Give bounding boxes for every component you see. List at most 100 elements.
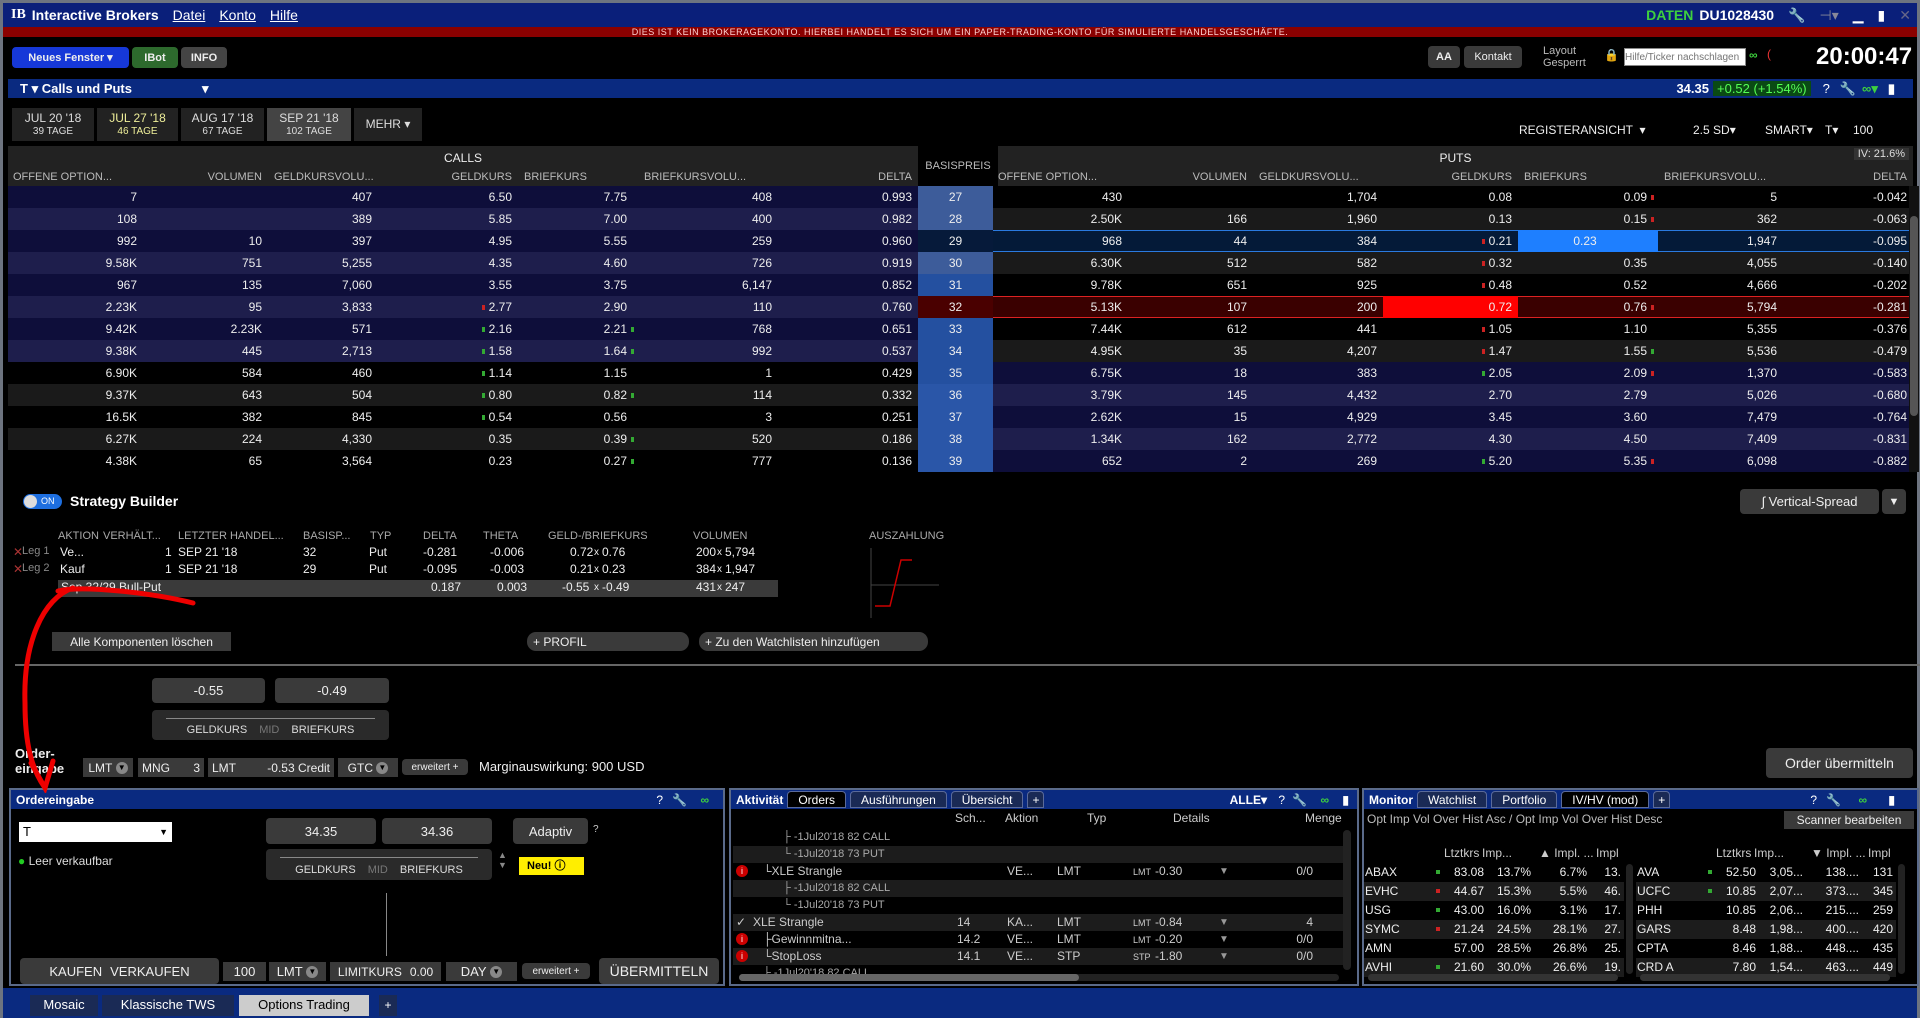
submit-button[interactable]: ÜBERMITTELN <box>599 958 719 984</box>
tab-classic-tws[interactable]: Klassische TWS <box>102 995 234 1016</box>
tif-select[interactable]: GTC ▼ <box>338 758 398 777</box>
help-icon[interactable]: ? <box>1278 793 1285 807</box>
put-ask[interactable]: 0.52 <box>1518 274 1658 296</box>
put-header-open-interest[interactable]: OFFENE OPTION... <box>998 171 1097 183</box>
profile-button[interactable]: + PROFIL <box>527 632 689 651</box>
strike[interactable]: 39 <box>918 450 993 472</box>
activity-header-4[interactable]: Menge <box>1305 811 1342 825</box>
strategy-header-1[interactable]: VERHÄLT... <box>103 530 161 542</box>
call-bid[interactable]: 0.35 <box>378 428 518 450</box>
call-ask[interactable]: 2.90 <box>518 296 638 318</box>
ibot-button[interactable]: IBot <box>132 47 178 68</box>
order-row[interactable]: └ -1Jul20'18 73 PUT <box>733 897 1343 914</box>
lock-icon[interactable]: 🔒 <box>1604 48 1619 62</box>
strike[interactable]: 28 <box>918 208 993 230</box>
order-row[interactable]: i ├Gewinnmitna... 14.2 VE... LMT LMT -0.20 ▼ 0/0 <box>733 931 1343 948</box>
order-row[interactable]: i └XLE Strangle VE... LMT LMT -0.30 ▼ 0/0 <box>733 863 1343 880</box>
call-ask[interactable]: 0.56 <box>518 406 638 428</box>
put-bid[interactable]: 0.32 <box>1383 252 1518 274</box>
monitor-right-header-1[interactable]: Imp... <box>1754 846 1784 860</box>
strategy-dropdown[interactable]: ▼ <box>1882 489 1906 514</box>
chain-row[interactable]: 28 108 389 5.85 7.00 400 0.982 2.50K 166 1,960 0.1… <box>8 208 1913 230</box>
wrench-icon[interactable]: 🔧 <box>1788 7 1805 24</box>
symbol[interactable]: EVHC <box>1365 882 1398 901</box>
symbol[interactable]: GARS <box>1637 920 1671 939</box>
strategy-header-2[interactable]: LETZTER HANDEL... <box>178 530 284 542</box>
activity-header-2[interactable]: Typ <box>1087 811 1106 825</box>
expiry-tab[interactable]: JUL 27 '18 46 TAGE <box>97 108 178 141</box>
submit-order-button[interactable]: Order übermitteln <box>1766 748 1913 778</box>
title-dropdown-icon[interactable]: ▾ <box>202 81 209 97</box>
call-bid[interactable]: 1.58 <box>378 340 518 362</box>
symbol[interactable]: ABAX <box>1365 863 1397 882</box>
tab-orders[interactable]: Orders <box>787 791 847 808</box>
wrench-icon[interactable]: 🔧 <box>672 793 687 807</box>
scanner-row[interactable]: GARS 8.48 1,98... 400.... 420 <box>1636 920 1896 939</box>
put-header-ask-size[interactable]: BRIEFKURSVOLU... <box>1664 171 1766 183</box>
put-ask[interactable]: 1.55 <box>1518 340 1658 362</box>
close-icon[interactable]: ✕ <box>1899 7 1911 24</box>
put-bid[interactable]: 0.72 <box>1383 296 1518 318</box>
price-stepper[interactable]: ▲ ▼ <box>498 850 507 870</box>
expiry-tab[interactable]: AUG 17 '18 67 TAGE <box>181 108 264 141</box>
monitor-right-header-3[interactable]: Impl <box>1868 846 1891 860</box>
put-ask[interactable]: 0.15 <box>1518 208 1658 230</box>
call-bid[interactable]: 0.80 <box>378 384 518 406</box>
multiplier[interactable]: 100 <box>1853 123 1873 137</box>
strike[interactable]: 35 <box>918 362 993 384</box>
tab-iv-hv[interactable]: IV/HV (mod) <box>1561 791 1650 808</box>
scanner-row[interactable]: CPTA 8.46 1,88... 448.... 435 <box>1636 939 1896 958</box>
call-ask[interactable]: 0.27 <box>518 450 638 472</box>
monitor-right-header-0[interactable]: Ltztkrs <box>1716 846 1751 860</box>
strike[interactable]: 32 <box>918 296 993 318</box>
menu-datei[interactable]: Datei <box>173 7 206 23</box>
quantity-field[interactable]: 100 <box>223 962 266 981</box>
new-badge[interactable]: Neu! ⓘ <box>519 857 584 875</box>
activity-header-0[interactable]: Sch... <box>955 811 986 825</box>
activity-header-1[interactable]: Aktion <box>1005 811 1038 825</box>
call-bid[interactable]: 2.16 <box>378 318 518 340</box>
order-row[interactable]: └ -1Jul20'18 73 PUT <box>733 846 1343 863</box>
scanner-row[interactable]: USG 43.00 16.0% 3.1% 17. <box>1364 901 1624 920</box>
chain-row[interactable]: 37 16.5K 382 845 0.54 0.56 3 0.251 2.62K 15 4,929 3… <box>8 406 1913 428</box>
call-bid[interactable]: 5.85 <box>378 208 518 230</box>
scanner-row[interactable]: SYMC 21.24 24.5% 28.1% 27. <box>1364 920 1624 939</box>
put-bid[interactable]: 4.30 <box>1383 428 1518 450</box>
put-ask[interactable]: 1.10 <box>1518 318 1658 340</box>
strategy-header-3[interactable]: BASISP... <box>303 530 351 542</box>
chain-row[interactable]: 35 6.90K 584 460 1.14 1.15 1 0.429 6.75K 18 383 2.0… <box>8 362 1913 384</box>
call-ask[interactable]: 7.75 <box>518 186 638 208</box>
symbol[interactable]: PHH <box>1637 901 1662 920</box>
bid-price-button[interactable]: 34.35 <box>266 818 376 844</box>
strategy-header-0[interactable]: AKTION <box>58 530 99 542</box>
edit-scanner-button[interactable]: Scanner bearbeiten <box>1784 811 1914 829</box>
monitor-left-header-3[interactable]: Impl <box>1596 846 1619 860</box>
put-bid[interactable]: 1.47 <box>1383 340 1518 362</box>
minimize-icon[interactable]: ▁ <box>1853 7 1864 24</box>
call-header-delta[interactable]: DELTA <box>778 171 912 183</box>
alert-icon[interactable]: i <box>736 865 748 877</box>
chain-row[interactable]: 32 2.23K 95 3,833 2.77 2.90 110 0.760 5.13K 107 20… <box>8 296 1913 318</box>
maximize-icon[interactable]: ▮ <box>1888 793 1895 807</box>
tab-portfolio[interactable]: Portfolio <box>1491 791 1558 808</box>
put-ask[interactable]: 0.76 <box>1518 296 1658 318</box>
strategy-header-8[interactable]: VOLUMEN <box>693 530 747 542</box>
menu-konto[interactable]: Konto <box>219 7 256 23</box>
put-bid[interactable]: 0.21 <box>1383 230 1518 252</box>
vertical-spread-button[interactable]: ∫ Vertical-Spread <box>1740 489 1879 514</box>
filter-select[interactable]: ALLE▾ <box>1230 793 1267 807</box>
chain-row[interactable]: 29 992 10 397 4.95 5.55 259 0.960 968 44 384 0.21 0.… <box>8 230 1913 252</box>
detail-dropdown-icon[interactable]: ▼ <box>1219 948 1229 965</box>
put-bid[interactable]: 0.48 <box>1383 274 1518 296</box>
put-header-ask[interactable]: BRIEFKURS <box>1524 171 1587 183</box>
call-ask[interactable]: 0.82 <box>518 384 638 406</box>
combo-bid-price[interactable]: -0.55 <box>152 678 265 703</box>
symbol[interactable]: UCFC <box>1637 882 1670 901</box>
help-icon[interactable]: ? <box>593 824 599 835</box>
call-ask[interactable]: 4.60 <box>518 252 638 274</box>
scanner-row[interactable]: PHH 10.85 2,06... 215.... 259 <box>1636 901 1896 920</box>
put-header-bid[interactable]: GELDKURS <box>1383 171 1512 183</box>
put-ask[interactable]: 3.60 <box>1518 406 1658 428</box>
pin-icon[interactable]: ⊣▾ <box>1820 7 1839 24</box>
price-slider[interactable]: GELDKURS MID BRIEFKURS <box>266 849 492 880</box>
